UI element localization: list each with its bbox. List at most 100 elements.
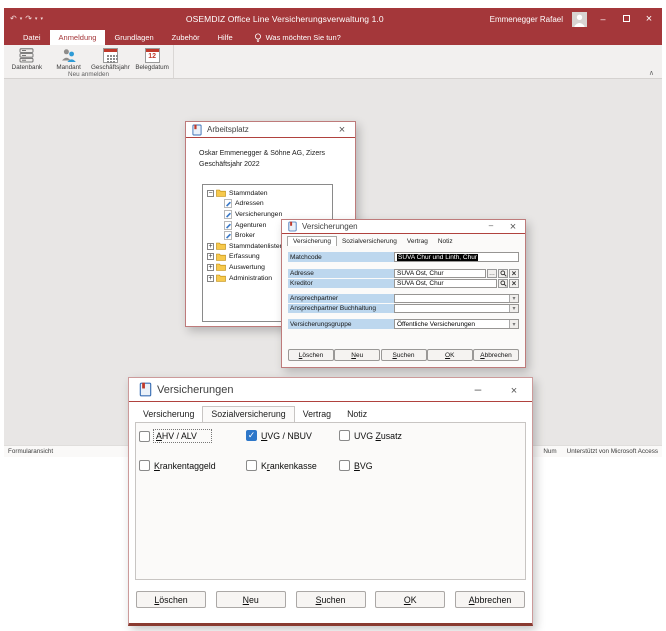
- tree-label: Stammdatenlisten: [229, 242, 284, 250]
- tab-sozialversicherung[interactable]: Sozialversicherung: [202, 406, 295, 422]
- lightbulb-icon: [254, 33, 261, 42]
- form-document-icon: [139, 382, 152, 397]
- expand-node-icon[interactable]: [207, 274, 214, 282]
- datenbank-button[interactable]: Datenbank: [6, 45, 48, 71]
- checkbox-icon[interactable]: [139, 430, 150, 442]
- abbrechen-button[interactable]: Abbrechen: [455, 591, 525, 608]
- adresse-clear-button[interactable]: [509, 269, 519, 278]
- tab-vertrag[interactable]: Vertrag: [295, 407, 339, 422]
- tab-anmeldung[interactable]: Anmeldung: [49, 30, 106, 45]
- tab-vertrag[interactable]: Vertrag: [402, 237, 433, 246]
- adresse-search-button[interactable]: [498, 269, 508, 278]
- kreditor-field[interactable]: SUVA Ost, Chur: [394, 279, 497, 288]
- customize-qat-icon[interactable]: ▾: [40, 16, 43, 22]
- folder-icon: [216, 242, 226, 251]
- tab-notiz[interactable]: Notiz: [339, 407, 375, 422]
- sozialversicherung-dialog: Versicherungen Versicherung Sozialversic…: [128, 377, 533, 626]
- dialog-tabs: Versicherung Sozialversicherung Vertrag …: [135, 405, 526, 422]
- redo-icon[interactable]: ↷: [25, 15, 32, 23]
- tab-notiz[interactable]: Notiz: [433, 237, 458, 246]
- dialog-title: Versicherungen: [302, 222, 358, 231]
- tell-me-box[interactable]: Was möchten Sie tun?: [254, 30, 341, 45]
- geschaeftsjahr-button[interactable]: Geschäftsjahr: [90, 45, 132, 71]
- access-brand-label: Unterstützt von Microsoft Access: [566, 448, 658, 455]
- expand-node-icon[interactable]: [207, 242, 214, 250]
- maximize-icon: [622, 15, 630, 22]
- geschaeftsjahr-label: Geschäftsjahr: [90, 64, 130, 71]
- belegdatum-button[interactable]: 12 Belegdatum: [131, 45, 173, 71]
- neu-button[interactable]: Neu: [215, 591, 286, 608]
- calendar-day-number: 12: [148, 52, 157, 60]
- minimize-button[interactable]: [596, 8, 610, 30]
- magnifier-icon: [499, 280, 507, 287]
- form-icon: [224, 210, 232, 219]
- expand-node-icon[interactable]: [207, 263, 214, 271]
- loeschen-button[interactable]: Löschen: [136, 591, 206, 608]
- form-document-icon: [192, 124, 202, 135]
- minimize-icon[interactable]: [485, 221, 497, 233]
- close-icon[interactable]: [507, 221, 519, 233]
- folder-icon: [216, 189, 226, 198]
- close-icon[interactable]: [506, 382, 522, 397]
- suchen-button[interactable]: Suchen: [295, 591, 366, 608]
- kreditor-clear-button[interactable]: [509, 279, 519, 288]
- tab-versicherung[interactable]: Versicherung: [287, 236, 337, 246]
- adresse-browse-button[interactable]: …: [487, 269, 497, 278]
- tab-zubehoer[interactable]: Zubehör: [163, 30, 209, 45]
- signed-in-user[interactable]: Emmenegger Rafael: [490, 15, 563, 24]
- collapse-node-icon[interactable]: [207, 189, 214, 197]
- tab-sozialversicherung[interactable]: Sozialversicherung: [337, 237, 402, 246]
- tab-versicherung[interactable]: Versicherung: [135, 407, 202, 422]
- ok-button[interactable]: OK: [426, 349, 473, 361]
- chevron-down-icon[interactable]: [509, 295, 518, 302]
- arbeitsplatz-title: Arbeitsplatz: [207, 125, 249, 134]
- checkbox-uvg-zusatz[interactable]: UVG Zusatz: [339, 430, 402, 441]
- minimize-icon[interactable]: [470, 382, 486, 397]
- abbrechen-button[interactable]: Abbrechen: [473, 349, 519, 361]
- versicherungsgruppe-combobox[interactable]: Öffentliche Versicherungen: [394, 319, 519, 329]
- checkbox-icon[interactable]: [139, 460, 150, 471]
- ansprechpartner-buchhaltung-combobox[interactable]: [394, 304, 519, 313]
- checkbox-label: Krankenkasse: [261, 460, 317, 471]
- checkbox-icon[interactable]: [339, 430, 350, 441]
- kreditor-search-button[interactable]: [498, 279, 508, 288]
- collapse-ribbon-icon[interactable]: [649, 69, 654, 77]
- checkbox-icon[interactable]: [339, 460, 350, 471]
- checkbox-bvg[interactable]: BVG: [339, 460, 373, 471]
- close-button[interactable]: [642, 8, 656, 30]
- checkbox-label: BVG: [354, 460, 373, 471]
- chevron-down-icon[interactable]: [509, 305, 518, 312]
- tab-hilfe[interactable]: Hilfe: [209, 30, 242, 45]
- undo-icon[interactable]: ↶: [10, 15, 17, 23]
- checkbox-uvg-nbuv[interactable]: UVG / NBUV: [246, 430, 312, 441]
- suchen-button[interactable]: Suchen: [380, 349, 427, 361]
- ansprechpartner-combobox[interactable]: [394, 294, 519, 303]
- checkbox-krankentaggeld[interactable]: Krankentaggeld: [139, 460, 216, 471]
- chevron-down-icon[interactable]: [509, 320, 518, 328]
- maximize-button[interactable]: [619, 8, 633, 30]
- user-avatar[interactable]: [572, 11, 587, 27]
- checkbox-icon[interactable]: [246, 430, 257, 441]
- tab-datei[interactable]: Datei: [14, 30, 50, 45]
- redo-dropdown-icon[interactable]: ▾: [35, 16, 38, 22]
- tree-item-adressen[interactable]: Adressen: [203, 199, 332, 210]
- mandant-button[interactable]: Mandant: [48, 45, 90, 71]
- tab-grundlagen[interactable]: Grundlagen: [105, 30, 162, 45]
- company-name: Oskar Emmenegger & Söhne AG, Zizers: [199, 150, 326, 157]
- tree-label: Versicherungen: [235, 210, 283, 218]
- adresse-field[interactable]: SUVA Ost, Chur: [394, 269, 486, 278]
- matchcode-field[interactable]: SUVA Chur und Linth, Chur: [394, 252, 519, 262]
- close-icon[interactable]: [335, 124, 349, 136]
- person-icon: [574, 14, 585, 27]
- tree-item-stammdaten[interactable]: Stammdaten: [203, 188, 332, 199]
- expand-node-icon[interactable]: [207, 253, 214, 261]
- checkbox-icon[interactable]: [246, 460, 257, 471]
- ok-button[interactable]: OK: [375, 591, 446, 608]
- loeschen-button[interactable]: Löschen: [288, 349, 334, 361]
- kreditor-label: Kreditor: [288, 279, 394, 288]
- undo-dropdown-icon[interactable]: ▾: [20, 16, 23, 22]
- checkbox-krankenkasse[interactable]: Krankenkasse: [246, 460, 317, 471]
- neu-button[interactable]: Neu: [334, 349, 381, 361]
- checkbox-label: UVG Zusatz: [354, 430, 402, 441]
- checkbox-ahv-alv[interactable]: AHV / ALV: [139, 429, 212, 443]
